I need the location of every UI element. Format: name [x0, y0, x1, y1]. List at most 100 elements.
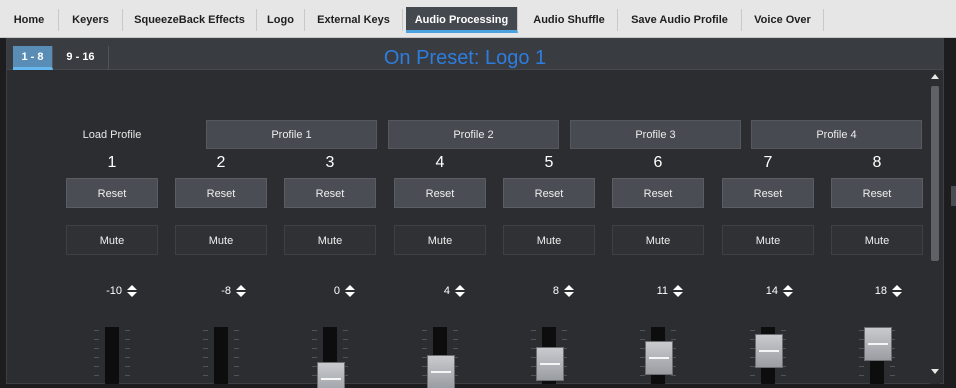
reset-button[interactable]: Reset	[175, 178, 267, 208]
volume-fader[interactable]	[87, 322, 137, 384]
fader-tick	[234, 330, 239, 331]
fader-tick	[203, 357, 208, 358]
tab-squeezeback-effects[interactable]: SqueezeBack Effects	[123, 9, 257, 31]
scrollbar-thumb[interactable]	[931, 86, 939, 261]
spinner-arrows-icon[interactable]	[891, 282, 903, 300]
tab-keyers[interactable]: Keyers	[59, 9, 123, 31]
fader-tick	[312, 348, 317, 349]
profile-4-button[interactable]: Profile 4	[751, 120, 922, 149]
profile-3-button[interactable]: Profile 3	[570, 120, 741, 149]
fader-tick	[343, 348, 348, 349]
fader-knob[interactable]	[317, 361, 345, 388]
fader-tick	[125, 330, 130, 331]
spinner-arrows-icon[interactable]	[344, 282, 356, 300]
fader-tick	[422, 348, 427, 349]
spinner-arrows-icon[interactable]	[672, 282, 684, 300]
spinner-arrows-icon[interactable]	[782, 282, 794, 300]
gain-stepper[interactable]: -8	[201, 282, 249, 300]
gain-stepper[interactable]: 4	[420, 282, 468, 300]
mute-button[interactable]: Mute	[722, 225, 814, 255]
reset-button[interactable]: Reset	[394, 178, 486, 208]
fader-knob[interactable]	[536, 347, 564, 382]
fader-tick	[312, 330, 317, 331]
gain-stepper[interactable]: -10	[92, 282, 140, 300]
fader-knob[interactable]	[427, 354, 455, 388]
gain-stepper[interactable]: 14	[748, 282, 796, 300]
gain-stepper[interactable]: 0	[310, 282, 358, 300]
tab-audio-shuffle[interactable]: Audio Shuffle	[521, 9, 618, 31]
spinner-arrows-icon[interactable]	[235, 282, 247, 300]
top-nav-bar: Home Keyers SqueezeBack Effects Logo Ext…	[0, 0, 956, 38]
fader-tick	[859, 366, 864, 367]
tab-external-keys[interactable]: External Keys	[305, 9, 403, 31]
profile-2-button[interactable]: Profile 2	[388, 120, 559, 149]
fader-tick	[125, 375, 130, 376]
fader-tick	[94, 366, 99, 367]
channel-number: 8	[872, 154, 882, 171]
volume-fader[interactable]	[743, 322, 793, 384]
gain-value: 14	[765, 285, 778, 297]
fader-tick	[781, 375, 786, 376]
gain-stepper[interactable]: 18	[857, 282, 905, 300]
scroll-up-icon[interactable]	[931, 74, 939, 79]
volume-fader[interactable]	[415, 322, 465, 388]
fader-tick	[640, 339, 645, 340]
volume-fader[interactable]	[196, 322, 246, 384]
fader-tick	[781, 330, 786, 331]
vertical-scrollbar[interactable]	[930, 70, 940, 384]
fader-tick	[343, 330, 348, 331]
tab-logo[interactable]: Logo	[257, 9, 305, 31]
mute-button[interactable]: Mute	[503, 225, 595, 255]
volume-fader[interactable]	[524, 322, 574, 384]
fader-tick	[531, 330, 536, 331]
spinner-arrows-icon[interactable]	[563, 282, 575, 300]
volume-fader[interactable]	[633, 322, 683, 384]
gain-value: 11	[656, 285, 668, 297]
scroll-down-icon[interactable]	[931, 369, 939, 374]
fader-tick	[203, 330, 208, 331]
fader-tick	[422, 339, 427, 340]
spinner-arrows-icon[interactable]	[454, 282, 466, 300]
fader-tick	[234, 366, 239, 367]
gain-stepper[interactable]: 8	[529, 282, 577, 300]
reset-button[interactable]: Reset	[831, 178, 923, 208]
spinner-arrows-icon[interactable]	[126, 282, 138, 300]
profile-1-button[interactable]: Profile 1	[206, 120, 377, 149]
fader-tick	[203, 366, 208, 367]
channel-number: 6	[653, 154, 663, 171]
mute-button[interactable]: Mute	[175, 225, 267, 255]
fader-tick	[562, 330, 567, 331]
gain-stepper[interactable]: 11	[638, 282, 686, 300]
volume-fader[interactable]	[305, 322, 355, 388]
tab-home[interactable]: Home	[0, 9, 59, 31]
channel-number: 3	[325, 154, 335, 171]
reset-button[interactable]: Reset	[503, 178, 595, 208]
channel-number: 7	[763, 154, 773, 171]
mute-button[interactable]: Mute	[66, 225, 158, 255]
tab-save-audio-profile[interactable]: Save Audio Profile	[618, 9, 742, 31]
tab-audio-processing[interactable]: Audio Processing	[406, 7, 518, 33]
mute-button[interactable]: Mute	[394, 225, 486, 255]
fader-tick	[94, 348, 99, 349]
fader-knob[interactable]	[864, 326, 892, 361]
fader-tick	[94, 339, 99, 340]
reset-button[interactable]: Reset	[66, 178, 158, 208]
fader-tick	[234, 339, 239, 340]
fader-tick	[94, 357, 99, 358]
reset-button[interactable]: Reset	[612, 178, 704, 208]
gain-value: 8	[552, 285, 559, 297]
reset-button[interactable]: Reset	[284, 178, 376, 208]
fader-tick	[234, 375, 239, 376]
mute-button[interactable]: Mute	[612, 225, 704, 255]
volume-fader[interactable]	[852, 322, 902, 384]
reset-button[interactable]: Reset	[722, 178, 814, 208]
fader-knob-indicator	[649, 357, 669, 360]
fader-tick	[422, 330, 427, 331]
mute-button[interactable]: Mute	[284, 225, 376, 255]
fader-knob-indicator	[759, 350, 779, 353]
tab-voice-over[interactable]: Voice Over	[742, 9, 824, 31]
mute-button[interactable]: Mute	[831, 225, 923, 255]
fader-tick	[203, 339, 208, 340]
fader-knob[interactable]	[755, 334, 783, 369]
fader-knob[interactable]	[645, 341, 673, 376]
